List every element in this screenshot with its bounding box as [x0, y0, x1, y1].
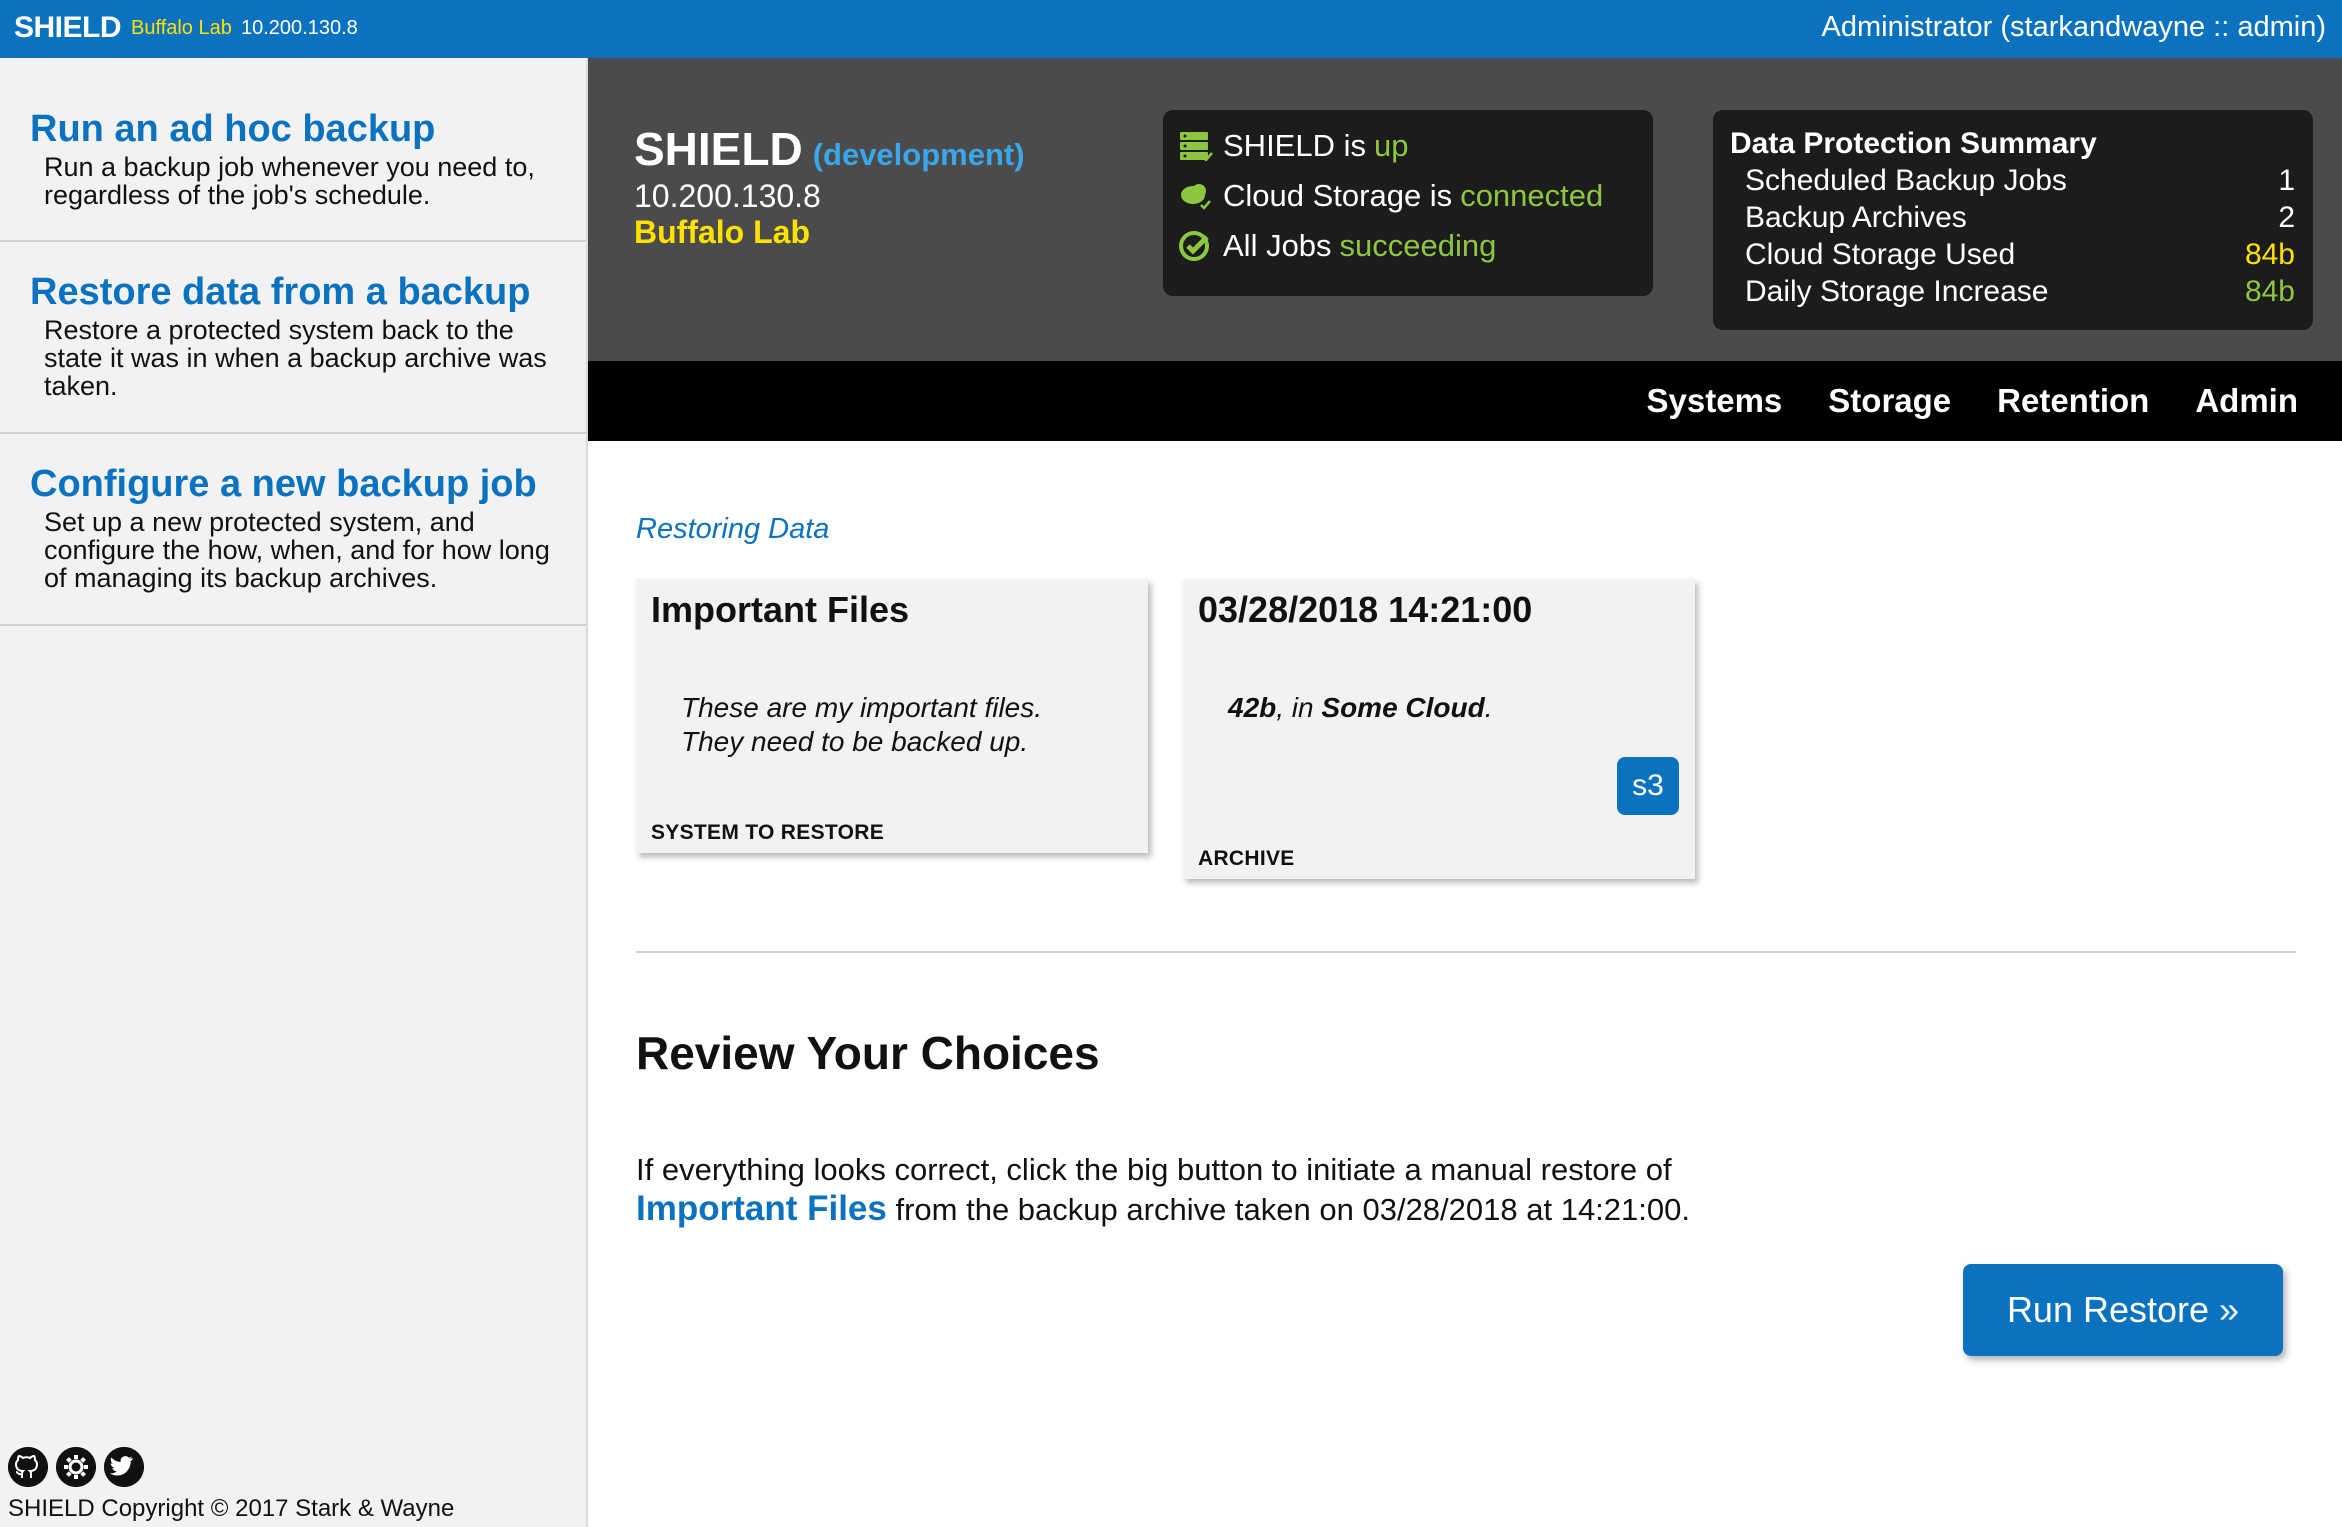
summary-row: Daily Storage Increase 84b	[1745, 275, 2295, 309]
summary-value: 84b	[2244, 238, 2295, 271]
footer-icons	[8, 1447, 144, 1487]
status-header: SHIELD (development) 10.200.130.8 Buffalo…	[588, 58, 2342, 361]
sidebar-item-desc: Restore a protected system back to the s…	[44, 315, 547, 401]
data-protection-summary: Data Protection Summary Scheduled Backup…	[1713, 110, 2313, 330]
twitter-icon[interactable]	[104, 1447, 144, 1487]
status-cloud: Cloud Storage is connected	[1179, 178, 1603, 214]
status-label: SHIELD is	[1223, 128, 1366, 163]
status-jobs: All Jobs succeeding	[1179, 228, 1496, 264]
copyright-text: SHIELD Copyright © 2017 Stark & Wayne	[8, 1495, 455, 1522]
nav-retention[interactable]: Retention	[1997, 382, 2149, 420]
environment-ip: 10.200.130.8	[241, 17, 358, 39]
sidebar: Run an ad hoc backup Run a backup job wh…	[0, 58, 588, 1527]
status-label: All Jobs	[1223, 228, 1332, 263]
archive-store: Some Cloud	[1321, 692, 1485, 723]
system-card-title: Important Files	[651, 589, 910, 630]
summary-value: 1	[2278, 164, 2295, 197]
review-heading: Review Your Choices	[636, 1027, 1100, 1079]
summary-title: Data Protection Summary	[1730, 127, 2097, 160]
summary-label: Daily Storage Increase	[1745, 275, 2049, 308]
server-icon	[1180, 132, 1213, 161]
nav-storage[interactable]: Storage	[1828, 382, 1951, 420]
status-value: connected	[1460, 178, 1604, 213]
review-line-2: Important Files from the backup archive …	[636, 1189, 1836, 1229]
archive-card-description: 42b, in Some Cloud.	[1228, 691, 1493, 725]
check-circle-icon	[1179, 231, 1209, 261]
system-desc-line: They need to be backed up.	[681, 726, 1029, 757]
summary-row: Backup Archives 2	[1745, 201, 2295, 235]
system-desc-line: These are my important files.	[681, 692, 1043, 723]
review-text: If everything looks correct, click the b…	[636, 1150, 1836, 1229]
summary-label: Scheduled Backup Jobs	[1745, 164, 2067, 197]
status-label: Cloud Storage is	[1223, 178, 1453, 213]
system-card[interactable]: Important Files These are my important f…	[636, 579, 1148, 853]
summary-label: Backup Archives	[1745, 201, 1967, 234]
sidebar-item-configure-job[interactable]: Configure a new backup job Set up a new …	[0, 434, 586, 626]
header-title-text: SHIELD	[634, 123, 803, 175]
nav-admin[interactable]: Admin	[2195, 382, 2298, 420]
brand-logo-text[interactable]: SHIELD	[14, 11, 122, 45]
sidebar-item-desc: Set up a new protected system, and confi…	[44, 507, 550, 593]
archive-period: .	[1484, 692, 1493, 723]
nav-systems[interactable]: Systems	[1647, 382, 1783, 420]
sidebar-item-title[interactable]: Run an ad hoc backup	[30, 108, 435, 151]
main-nav: Systems Storage Retention Admin	[588, 361, 2342, 441]
main-content: Restoring Data Important Files These are…	[588, 441, 2342, 1527]
sidebar-item-restore[interactable]: Restore data from a backup Restore a pro…	[0, 242, 586, 434]
run-restore-button[interactable]: Run Restore »	[1963, 1264, 2283, 1356]
summary-label: Cloud Storage Used	[1745, 238, 2016, 271]
review-line: If everything looks correct, click the b…	[636, 1152, 1672, 1187]
shield-cog-icon[interactable]	[56, 1447, 96, 1487]
header-ip: 10.200.130.8	[634, 178, 821, 214]
storage-plugin-badge: s3	[1617, 757, 1679, 815]
archive-in-text: , in	[1276, 692, 1322, 723]
header-title: SHIELD (development)	[634, 122, 1025, 176]
sidebar-item-title[interactable]: Restore data from a backup	[30, 271, 530, 314]
environment-name: Buffalo Lab	[131, 17, 232, 39]
system-card-description: These are my important files. They need …	[681, 691, 1042, 759]
section-divider	[636, 951, 2296, 953]
system-card-footer: SYSTEM TO RESTORE	[651, 821, 885, 844]
sidebar-item-desc: Run a backup job whenever you need to, r…	[44, 152, 535, 210]
cloud-icon	[1181, 184, 1211, 210]
header-site: Buffalo Lab	[634, 214, 810, 250]
sidebar-item-adhoc-backup[interactable]: Run an ad hoc backup Run a backup job wh…	[0, 58, 586, 242]
status-value: succeeding	[1339, 228, 1497, 263]
review-system-link[interactable]: Important Files	[636, 1189, 887, 1228]
user-menu[interactable]: Administrator (starkandwayne :: admin)	[1822, 11, 2326, 44]
status-value: up	[1373, 128, 1409, 163]
health-status-box: SHIELD is up Cloud Storage is connected …	[1163, 110, 1653, 296]
summary-row: Scheduled Backup Jobs 1	[1745, 164, 2295, 198]
archive-card[interactable]: 03/28/2018 14:21:00 42b, in Some Cloud. …	[1183, 579, 1695, 879]
section-label: Restoring Data	[636, 513, 830, 545]
archive-card-footer: ARCHIVE	[1198, 847, 1295, 870]
review-post-text: from the backup archive taken on 03/28/2…	[886, 1192, 1690, 1227]
summary-value: 84b	[2244, 275, 2295, 308]
header-mode: (development)	[812, 137, 1025, 172]
sidebar-item-title[interactable]: Configure a new backup job	[30, 463, 537, 506]
top-bar: SHIELD Buffalo Lab 10.200.130.8 Administ…	[0, 0, 2342, 58]
archive-size: 42b	[1228, 692, 1277, 723]
github-icon[interactable]	[8, 1447, 48, 1487]
summary-row: Cloud Storage Used 84b	[1745, 238, 2295, 272]
status-shield: SHIELD is up	[1179, 128, 1408, 164]
archive-card-title: 03/28/2018 14:21:00	[1198, 589, 1533, 630]
summary-value: 2	[2278, 201, 2295, 234]
